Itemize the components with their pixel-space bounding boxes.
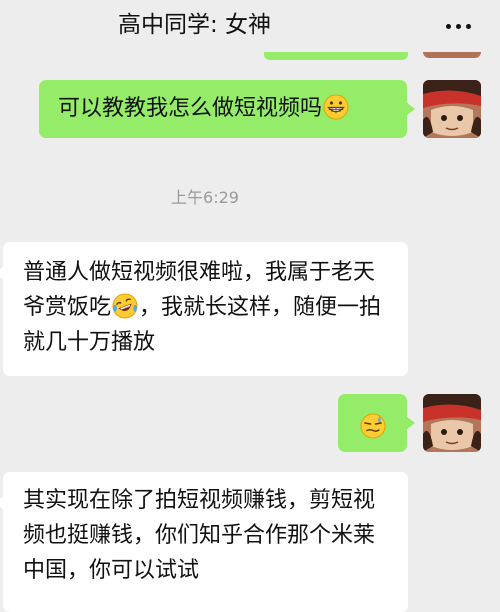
message-bubble-incoming[interactable]: 其实现在除了拍短视频赚钱，剪短视频也挺赚钱，你们知乎合作那个米莱中国，你可以试试 [0, 472, 408, 612]
my-avatar[interactable] [423, 80, 481, 138]
avatar-image [423, 394, 481, 452]
awkward-sweat-emoji [360, 413, 386, 439]
message-timestamp: 上午6:29 [171, 188, 239, 207]
more-dots-icon[interactable] [440, 14, 476, 38]
laughing-tears-emoji [112, 293, 138, 319]
chat-title: 高中同学: 女神 [118, 12, 272, 38]
chat-area: 可以教教我怎么做短视频吗 上午6:29 普通人做短视频很难啦，我属于老天爷赏饭吃 [0, 0, 500, 612]
message-bubble-outgoing[interactable] [338, 394, 415, 452]
message-bubble-outgoing[interactable]: 可以教教我怎么做短视频吗 [39, 80, 415, 138]
my-avatar[interactable] [423, 394, 481, 452]
message-bubble-incoming[interactable]: 普通人做短视频很难啦，我属于老天爷赏饭吃 ，我就长这样，随便一拍就几十万播放 [0, 242, 408, 376]
message-text: 可以教教我怎么做短视频吗 [58, 96, 323, 121]
grinning-face-emoji [323, 94, 349, 120]
message-text: 其实现在除了拍短视频赚钱，剪短视频也挺赚钱，你们知乎合作那个米莱中国，你可以试试 [23, 488, 376, 583]
avatar-image [423, 80, 481, 138]
chat-header: 高中同学: 女神 [0, 0, 500, 52]
